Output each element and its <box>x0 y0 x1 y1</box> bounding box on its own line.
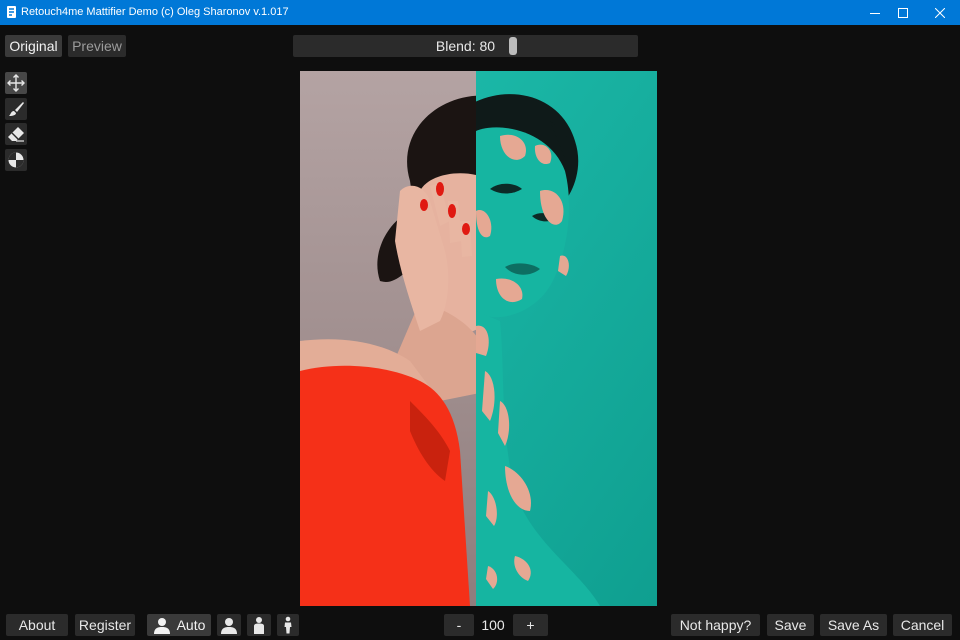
headshot-mode-button[interactable] <box>217 614 241 636</box>
portrait-photo <box>300 71 657 606</box>
minimize-icon <box>870 8 880 18</box>
portrait-head-icon <box>220 616 238 634</box>
eraser-tool-button[interactable] <box>5 123 27 145</box>
window-title: Retouch4me Mattifier Demo (c) Oleg Sharo… <box>21 6 289 18</box>
eraser-icon <box>7 125 25 143</box>
auto-mode-label: Auto <box>176 617 206 633</box>
blend-slider-handle[interactable] <box>508 37 517 55</box>
about-button[interactable]: About <box>6 614 68 636</box>
half-body-mode-button[interactable] <box>247 614 271 636</box>
save-button[interactable]: Save <box>767 614 814 636</box>
maximize-button[interactable] <box>886 0 920 25</box>
portrait-full-icon <box>279 616 297 634</box>
brush-icon <box>7 100 25 118</box>
image-canvas[interactable] <box>300 71 657 606</box>
move-icon <box>7 74 25 92</box>
portrait-half-icon <box>250 616 268 634</box>
mask-tool-button[interactable] <box>5 149 27 171</box>
blend-slider[interactable]: Blend: 80 <box>293 35 638 57</box>
close-button[interactable] <box>923 0 957 25</box>
brush-tool-button[interactable] <box>5 98 27 120</box>
blend-label: Blend: 80 <box>435 38 496 54</box>
title-bar: Retouch4me Mattifier Demo (c) Oleg Sharo… <box>0 0 960 25</box>
maximize-icon <box>898 7 908 18</box>
move-tool-button[interactable] <box>5 72 27 94</box>
preview-button[interactable]: Preview <box>68 35 126 57</box>
close-icon <box>935 7 945 18</box>
zoom-out-button[interactable]: - <box>444 614 474 636</box>
cancel-button[interactable]: Cancel <box>893 614 952 636</box>
auto-mode-button[interactable]: Auto <box>147 614 211 636</box>
not-happy-button[interactable]: Not happy? <box>671 614 760 636</box>
original-button[interactable]: Original <box>5 35 62 57</box>
save-as-button[interactable]: Save As <box>820 614 887 636</box>
full-body-mode-button[interactable] <box>277 614 299 636</box>
zoom-value: 100 <box>481 617 505 633</box>
zoom-in-button[interactable]: + <box>513 614 548 636</box>
register-button[interactable]: Register <box>75 614 135 636</box>
mask-icon <box>7 151 25 169</box>
app-icon <box>5 5 19 19</box>
portrait-head-icon <box>153 616 171 634</box>
